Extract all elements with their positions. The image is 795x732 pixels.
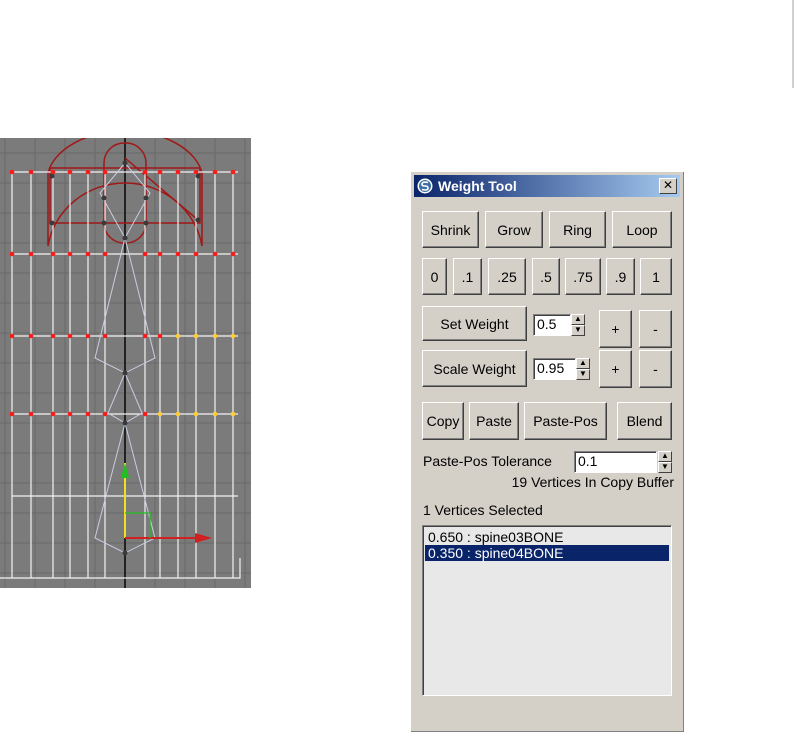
list-item[interactable]: 0.650 : spine03BONE	[425, 529, 669, 545]
set-weight-spinner[interactable]: ▲ ▼	[571, 314, 585, 336]
spinner-up-icon[interactable]: ▲	[658, 451, 672, 462]
shrink-button[interactable]: Shrink	[422, 211, 479, 248]
copy-button[interactable]: Copy	[422, 402, 464, 440]
paste-pos-tolerance-label: Paste-Pos Tolerance	[423, 453, 552, 469]
title-bar[interactable]: Weight Tool ✕	[414, 175, 680, 197]
set-weight-minus-button[interactable]: -	[639, 310, 672, 348]
paste-pos-tolerance-field[interactable]: 0.1	[574, 451, 657, 473]
spinner-up-icon[interactable]: ▲	[576, 358, 590, 369]
preset-0.5-button[interactable]: .5	[532, 258, 560, 295]
set-weight-field[interactable]: 0.5	[533, 314, 571, 336]
scale-weight-button[interactable]: Scale Weight	[422, 350, 527, 387]
spinner-down-icon[interactable]: ▼	[571, 325, 585, 336]
preset-0-button[interactable]: 0	[422, 258, 447, 295]
paste-pos-button[interactable]: Paste-Pos	[524, 402, 607, 440]
selection-status: 1 Vertices Selected	[423, 502, 543, 518]
scale-weight-plus-button[interactable]: +	[599, 350, 632, 388]
preset-0.9-button[interactable]: .9	[606, 258, 635, 295]
viewport-mesh	[0, 138, 251, 588]
set-weight-button[interactable]: Set Weight	[422, 306, 527, 341]
copy-buffer-status: 19 Vertices In Copy Buffer	[511, 474, 674, 490]
list-item-selected[interactable]: 0.350 : spine04BONE	[425, 545, 669, 561]
spinner-up-icon[interactable]: ▲	[571, 314, 585, 325]
preset-0.25-button[interactable]: .25	[488, 258, 526, 295]
preset-0.1-button[interactable]: .1	[453, 258, 482, 295]
scale-weight-spinner[interactable]: ▲ ▼	[576, 358, 590, 380]
scale-weight-minus-button[interactable]: -	[639, 350, 672, 388]
preset-0.75-button[interactable]: .75	[565, 258, 601, 295]
set-weight-plus-button[interactable]: +	[599, 310, 632, 348]
tolerance-spinner[interactable]: ▲ ▼	[658, 451, 672, 473]
3dsmax-logo-icon	[417, 178, 433, 194]
spinner-down-icon[interactable]: ▼	[576, 369, 590, 380]
preset-1-button[interactable]: 1	[640, 258, 672, 295]
status-bar	[414, 700, 680, 726]
loop-button[interactable]: Loop	[612, 211, 672, 248]
grow-button[interactable]: Grow	[485, 211, 543, 248]
paste-button[interactable]: Paste	[469, 402, 519, 440]
close-icon[interactable]: ✕	[659, 178, 677, 194]
window-edge-divider	[792, 0, 794, 88]
window-title: Weight Tool	[438, 178, 517, 194]
bone-weight-list[interactable]: 0.650 : spine03BONE 0.350 : spine04BONE	[422, 525, 672, 696]
weight-tool-window: Weight Tool ✕ Shrink Grow Ring Loop 0 .1…	[410, 171, 684, 732]
scale-weight-field[interactable]: 0.95	[533, 358, 576, 380]
blend-button[interactable]: Blend	[617, 402, 672, 440]
ring-button[interactable]: Ring	[549, 211, 606, 248]
spinner-down-icon[interactable]: ▼	[658, 462, 672, 473]
viewport[interactable]	[0, 138, 251, 588]
